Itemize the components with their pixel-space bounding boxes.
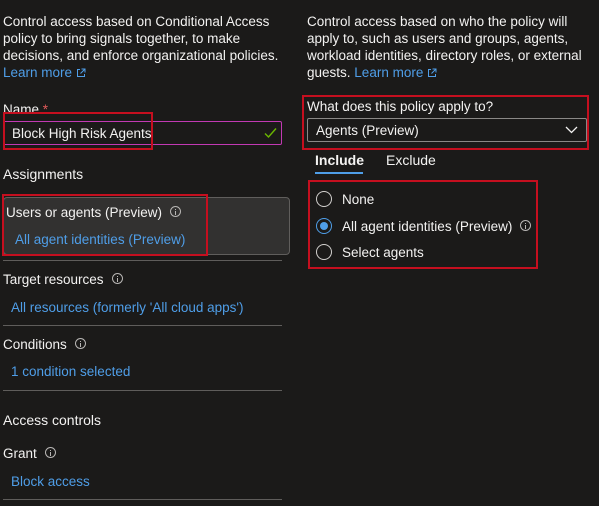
info-icon: [44, 447, 56, 458]
right-learn-more-link[interactable]: Learn more: [354, 65, 423, 80]
info-icon: [111, 273, 123, 284]
left-intro-line-1: Control access based on Conditional Acce…: [3, 14, 270, 29]
left-intro: Control access based on Conditional Acce…: [3, 13, 288, 81]
right-intro-line-1: Control access based on who the policy w…: [307, 14, 568, 29]
left-intro-line-3: decisions, and enforce organizational po…: [3, 48, 279, 63]
conditions-value-link[interactable]: 1 condition selected: [11, 363, 130, 380]
grant-label-row: Grant: [3, 445, 56, 462]
users-or-agents-value-link[interactable]: All agent identities (Preview): [15, 231, 185, 248]
right-intro-line-3: workload identities, directory roles, or…: [307, 48, 582, 63]
chevron-down-icon: [565, 126, 578, 134]
target-resources-label-row: Target resources: [3, 271, 123, 288]
conditional-access-policy-panel: Control access based on Conditional Acce…: [0, 0, 599, 506]
radio-option-select-agents[interactable]: Select agents: [316, 243, 536, 263]
checkmark-icon: [264, 128, 277, 139]
required-asterisk: *: [42, 102, 49, 117]
target-resources-label: Target resources: [3, 272, 104, 287]
applies-to-label: What does this policy apply to?: [307, 99, 494, 114]
radio-option-label-row: All agent identities (Preview): [342, 218, 532, 235]
radio-option-label: None: [342, 192, 375, 207]
divider: [3, 390, 282, 391]
info-icon: [170, 206, 182, 217]
radio-option-label: All agent identities (Preview): [342, 219, 513, 234]
name-input-value: Block High Risk Agents: [12, 126, 152, 141]
tab-exclude[interactable]: Exclude: [386, 152, 436, 168]
name-input[interactable]: Block High Risk Agents: [3, 121, 282, 145]
divider: [3, 499, 282, 500]
access-controls-heading: Access controls: [3, 412, 102, 428]
left-learn-more-link[interactable]: Learn more: [3, 65, 72, 80]
radio-button[interactable]: [316, 218, 332, 234]
name-label: Name: [3, 102, 40, 117]
users-or-agents-label: Users or agents (Preview): [6, 205, 163, 220]
divider: [3, 325, 282, 326]
target-resources-value-link[interactable]: All resources (formerly 'All cloud apps'…: [11, 299, 243, 316]
info-icon: [74, 338, 86, 349]
users-or-agents-label-row: Users or agents (Preview): [6, 204, 182, 221]
radio-option-none[interactable]: None: [316, 190, 536, 210]
conditions-label: Conditions: [3, 337, 67, 352]
applies-to-dropdown[interactable]: Agents (Preview): [307, 118, 587, 142]
radio-option-label: Select agents: [342, 245, 424, 260]
radio-button[interactable]: [316, 191, 332, 207]
active-tab-indicator: [315, 172, 363, 174]
assignments-heading: Assignments: [3, 166, 84, 182]
name-label-row: Name *: [3, 101, 48, 118]
right-intro-line-4: guests.: [307, 65, 351, 80]
left-intro-line-2: policy to bring signals together, to mak…: [3, 31, 241, 46]
applies-to-dropdown-value: Agents (Preview): [316, 123, 419, 138]
right-intro-line-2: apply to, such as users and groups, agen…: [307, 31, 569, 46]
external-link-icon: [77, 68, 86, 77]
external-link-icon: [428, 68, 437, 77]
tab-include[interactable]: Include: [315, 152, 364, 168]
divider: [3, 260, 282, 261]
grant-label: Grant: [3, 446, 37, 461]
users-or-agents-item[interactable]: Users or agents (Preview) All agent iden…: [3, 197, 290, 255]
right-intro: Control access based on who the policy w…: [307, 13, 597, 81]
info-icon: [520, 220, 532, 231]
radio-button[interactable]: [316, 244, 332, 260]
conditions-label-row: Conditions: [3, 336, 86, 353]
grant-value-link[interactable]: Block access: [11, 473, 90, 490]
radio-option-all-agent-identities[interactable]: All agent identities (Preview): [316, 217, 536, 237]
